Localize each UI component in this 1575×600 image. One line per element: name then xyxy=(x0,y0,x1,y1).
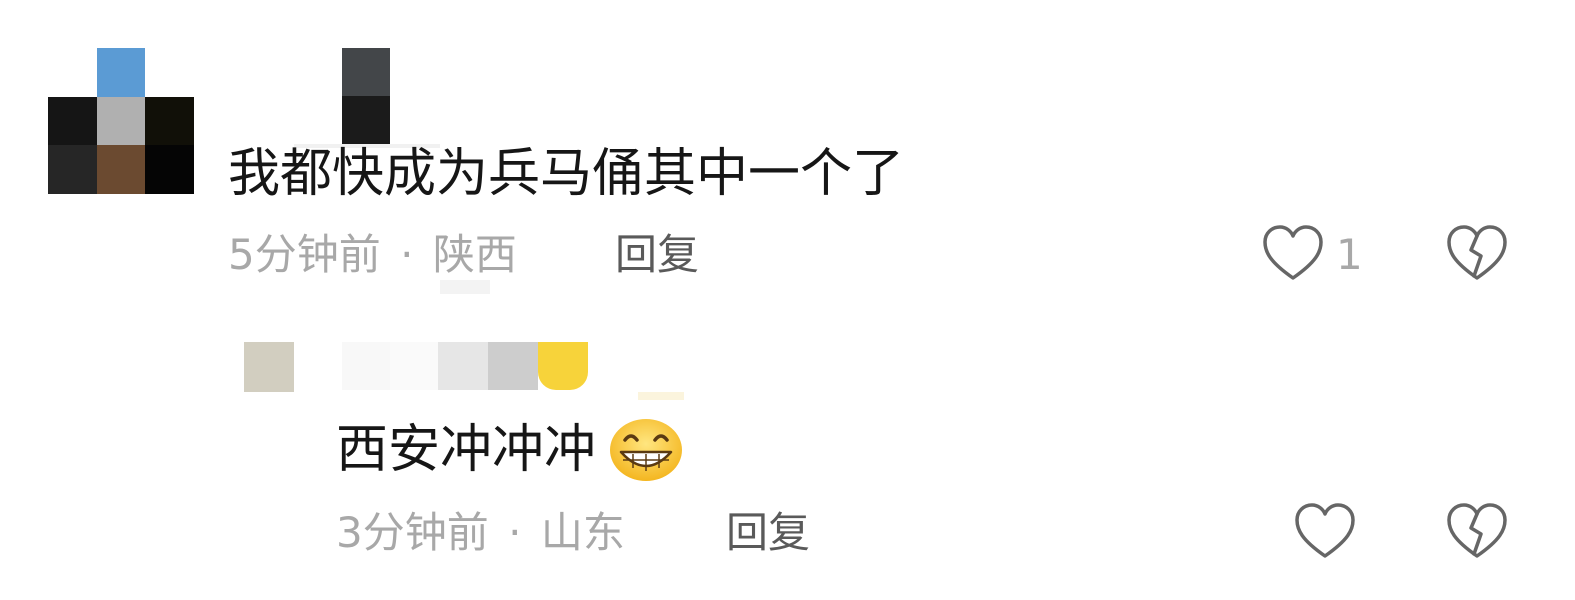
reply-meta: 3分钟前 · 山东 xyxy=(336,512,625,554)
dislike-button[interactable] xyxy=(1446,502,1508,562)
username[interactable] xyxy=(294,48,440,148)
meta-smudge xyxy=(440,280,490,294)
comment-location: 陕西 xyxy=(432,230,517,279)
heart-outline-icon xyxy=(1294,502,1356,562)
reply-text-row: 西安冲冲冲 xyxy=(336,418,683,484)
reply-text: 西安冲冲冲 xyxy=(336,420,597,480)
meta-separator: · xyxy=(400,230,414,279)
comment-meta: 5分钟前 · 陕西 xyxy=(228,234,517,276)
avatar[interactable] xyxy=(48,48,194,194)
like-button[interactable] xyxy=(1294,502,1356,562)
reply-button[interactable]: 回复 xyxy=(726,512,810,554)
broken-heart-icon xyxy=(1446,224,1508,284)
like-count: 1 xyxy=(1336,230,1363,279)
reply-location: 山东 xyxy=(540,508,625,557)
like-button[interactable]: 1 xyxy=(1262,224,1372,284)
heart-outline-icon xyxy=(1262,224,1324,284)
meta-separator: · xyxy=(508,508,522,557)
reply-username[interactable] xyxy=(342,342,684,400)
comment-text: 我都快成为兵马俑其中一个了 xyxy=(228,144,905,204)
comment-time: 5分钟前 xyxy=(228,230,381,279)
reply-button[interactable]: 回复 xyxy=(615,234,699,276)
broken-heart-icon xyxy=(1446,502,1508,562)
dislike-button[interactable] xyxy=(1446,224,1508,284)
reply-time: 3分钟前 xyxy=(336,508,489,557)
grinning-face-emoji xyxy=(609,418,683,482)
reply-avatar[interactable] xyxy=(244,342,294,392)
